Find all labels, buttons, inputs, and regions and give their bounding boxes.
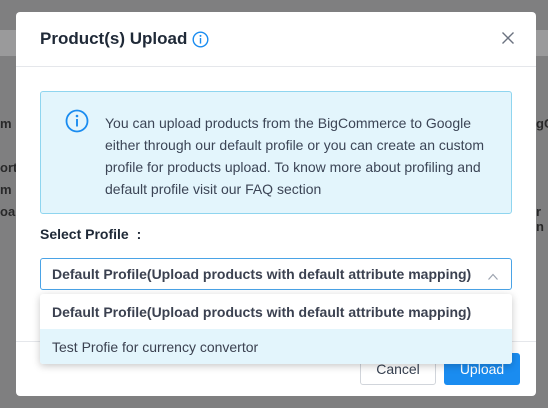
dropdown-option-test-profile[interactable]: Test Profie for currency convertor — [40, 329, 512, 364]
profile-select[interactable]: Default Profile(Upload products with def… — [40, 258, 512, 290]
select-profile-label-colon: : — [136, 226, 142, 242]
profile-select-dropdown: Default Profile(Upload products with def… — [40, 294, 512, 364]
modal-header: Product(s) Upload — [16, 12, 536, 67]
dropdown-option-default-profile[interactable]: Default Profile(Upload products with def… — [40, 294, 512, 329]
background-text: r n — [536, 204, 544, 234]
background-text: oa — [0, 204, 16, 219]
info-circle-icon[interactable] — [192, 30, 209, 48]
background-text: gC — [536, 116, 548, 131]
close-icon[interactable] — [500, 30, 516, 46]
modal-title: Product(s) Upload — [40, 29, 209, 49]
info-notice-text: You can upload products from the BigComm… — [105, 115, 484, 197]
info-circle-icon — [65, 109, 89, 138]
select-profile-label-text: Select Profile — [40, 226, 129, 242]
info-notice: You can upload products from the BigComm… — [40, 91, 512, 214]
select-profile-label: Select Profile : — [40, 226, 141, 242]
profile-select-value: Default Profile(Upload products with def… — [52, 266, 472, 282]
modal-title-text: Product(s) Upload — [40, 29, 188, 48]
chevron-up-icon — [487, 269, 499, 287]
